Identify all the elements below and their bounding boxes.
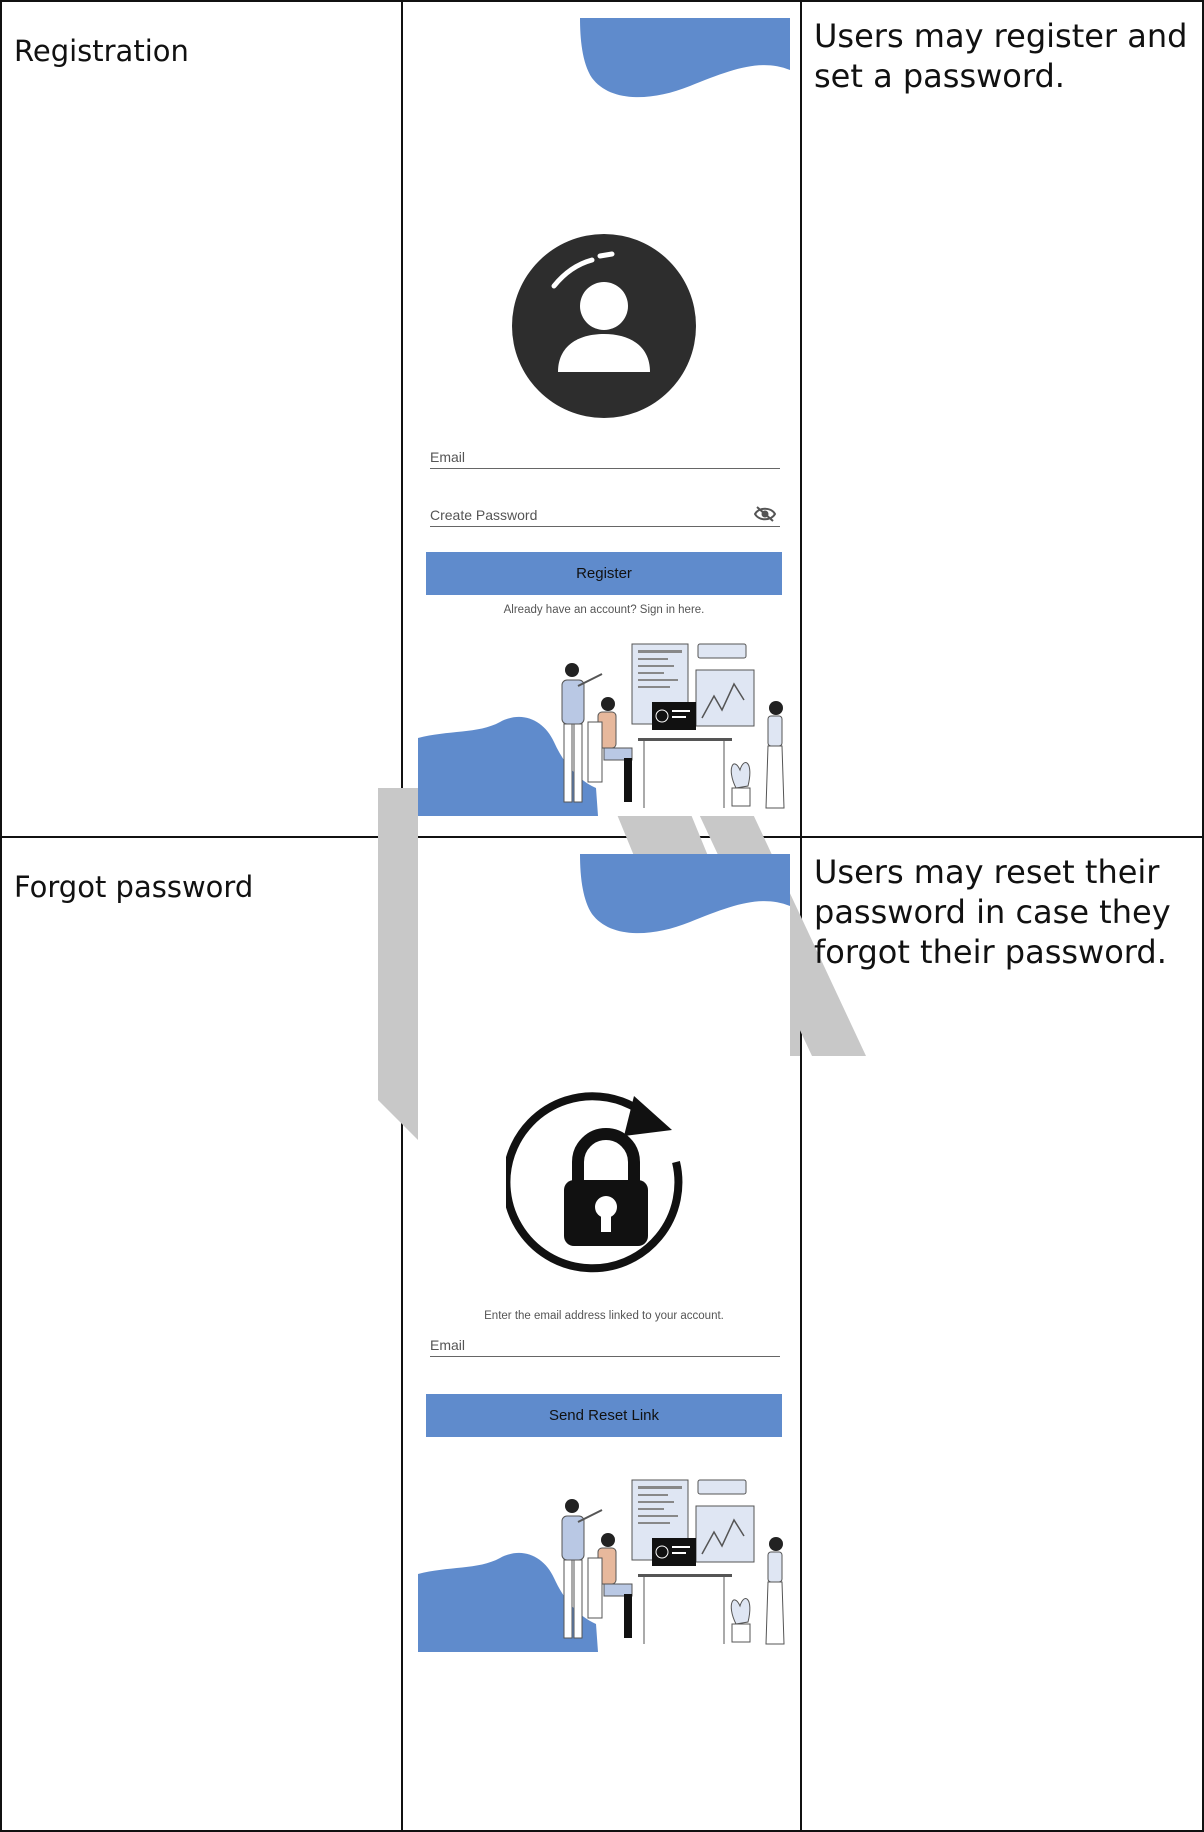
password-field-label: Create Password [430,507,538,523]
register-button[interactable]: Register [426,552,782,595]
email-field-label: Email [430,449,466,465]
email-field-label: Email [430,1337,466,1353]
table-column-divider-1 [401,0,403,1832]
user-avatar-icon [512,234,696,418]
row-label-registration: Registration [14,34,189,68]
row-description-registration: Users may register and set a password. [814,17,1188,95]
email-field[interactable]: Email [430,444,780,469]
eye-slash-icon[interactable] [754,506,776,522]
table-border-top [0,0,1204,2]
row-label-forgot-password: Forgot password [14,870,254,904]
sign-in-link[interactable]: Already have an account? Sign in here. [418,604,790,616]
table-row-divider [0,836,1204,838]
send-reset-link-button[interactable]: Send Reset Link [426,1394,782,1437]
decorative-blob-top [580,18,790,98]
reset-instruction-text: Enter the email address linked to your a… [484,1310,724,1322]
registration-screen: Email Create Password Register Already h… [418,18,790,816]
table-column-divider-2 [800,0,802,1832]
forgot-password-screen: Enter the email address linked to your a… [418,854,790,1654]
row-description-forgot-password: Users may reset their password in case t… [814,853,1171,971]
create-password-field[interactable]: Create Password [430,502,780,527]
reset-email-field[interactable]: Email [430,1332,780,1357]
team-illustration [418,643,785,816]
team-illustration [418,1479,785,1652]
table-border-left [0,0,2,1832]
decorative-blob-top [580,854,790,934]
lock-reset-icon [506,1092,683,1273]
